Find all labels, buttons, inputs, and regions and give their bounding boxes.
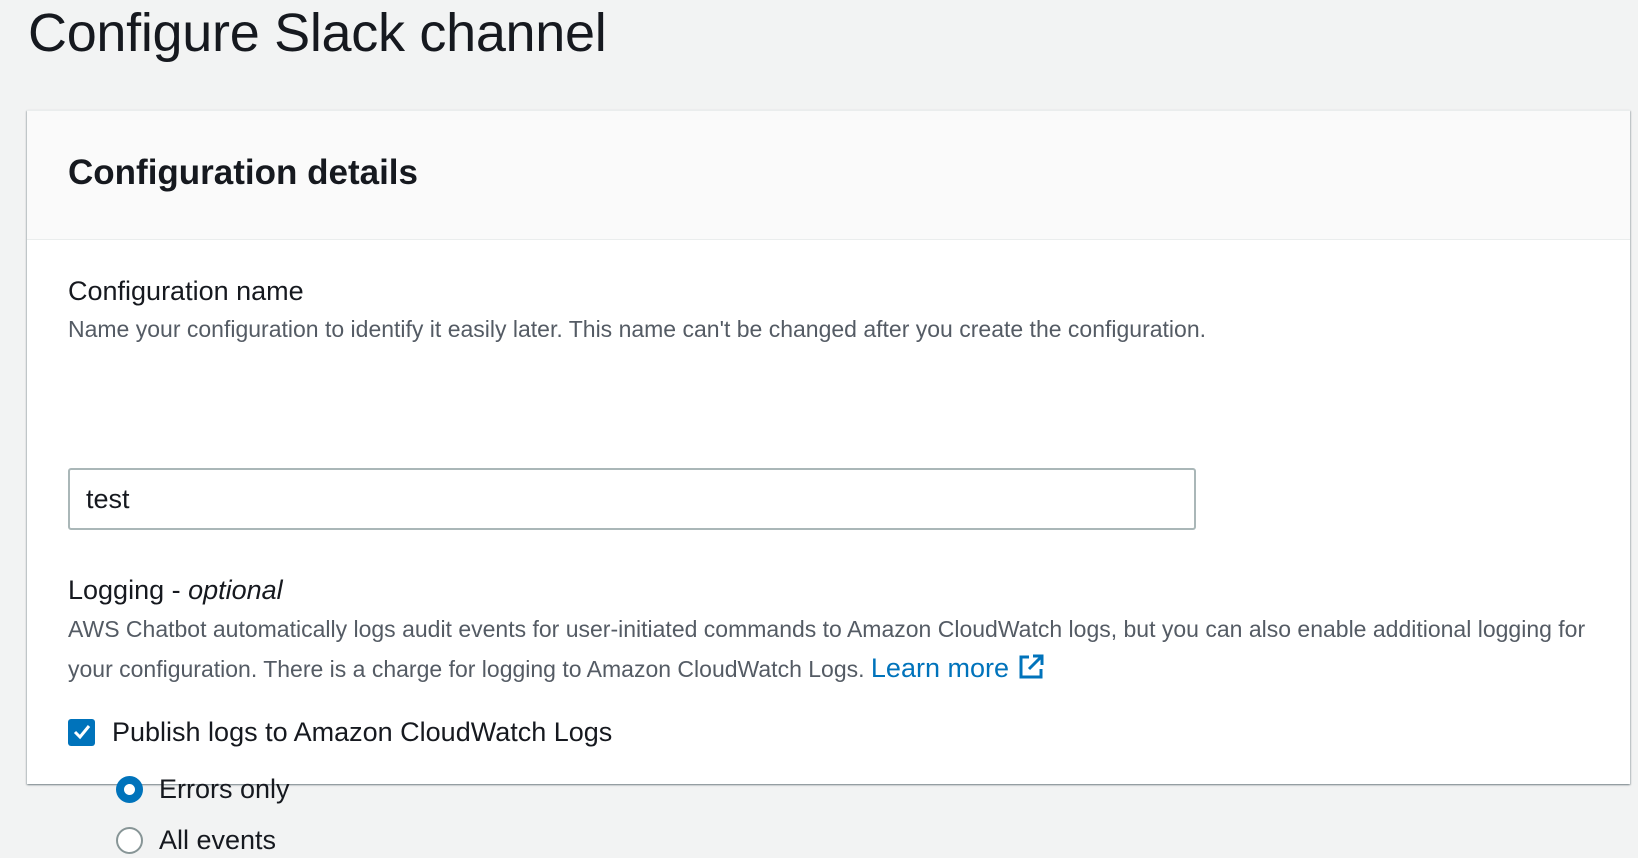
all-events-radio[interactable] [116, 826, 143, 854]
all-events-label: All events [159, 825, 277, 855]
panel-title: Configuration details [68, 153, 418, 192]
learn-more-label: Learn more [870, 653, 1009, 683]
publish-logs-label: Publish logs to Amazon CloudWatch Logs [112, 717, 613, 747]
learn-more-link[interactable]: Learn more [871, 653, 1045, 683]
configuration-name-input[interactable] [68, 468, 1196, 530]
logging-optional-text: optional [188, 575, 283, 605]
panel-header: Configuration details [27, 111, 1630, 240]
radio-all-events-row[interactable]: All events [116, 822, 276, 858]
logging-label-text: Logging - [68, 575, 189, 605]
page-title: Configure Slack channel [28, 3, 607, 63]
publish-logs-checkbox[interactable] [68, 718, 95, 746]
external-link-icon [1017, 653, 1045, 692]
configuration-name-description: Name your configuration to identify it e… [68, 316, 1207, 342]
configuration-name-label: Configuration name [68, 276, 304, 306]
checkmark-icon [73, 725, 90, 740]
publish-logs-checkbox-row[interactable]: Publish logs to Amazon CloudWatch Logs [68, 714, 612, 750]
errors-only-radio[interactable] [116, 775, 143, 803]
radio-errors-only-row[interactable]: Errors only [116, 771, 290, 807]
errors-only-label: Errors only [159, 774, 290, 804]
logging-description: AWS Chatbot automatically logs audit eve… [68, 610, 1608, 692]
logging-description-text: AWS Chatbot automatically logs audit eve… [68, 616, 1586, 682]
configuration-details-panel: Configuration details Configuration name… [27, 110, 1630, 855]
logging-label: Logging - optional [68, 572, 283, 608]
